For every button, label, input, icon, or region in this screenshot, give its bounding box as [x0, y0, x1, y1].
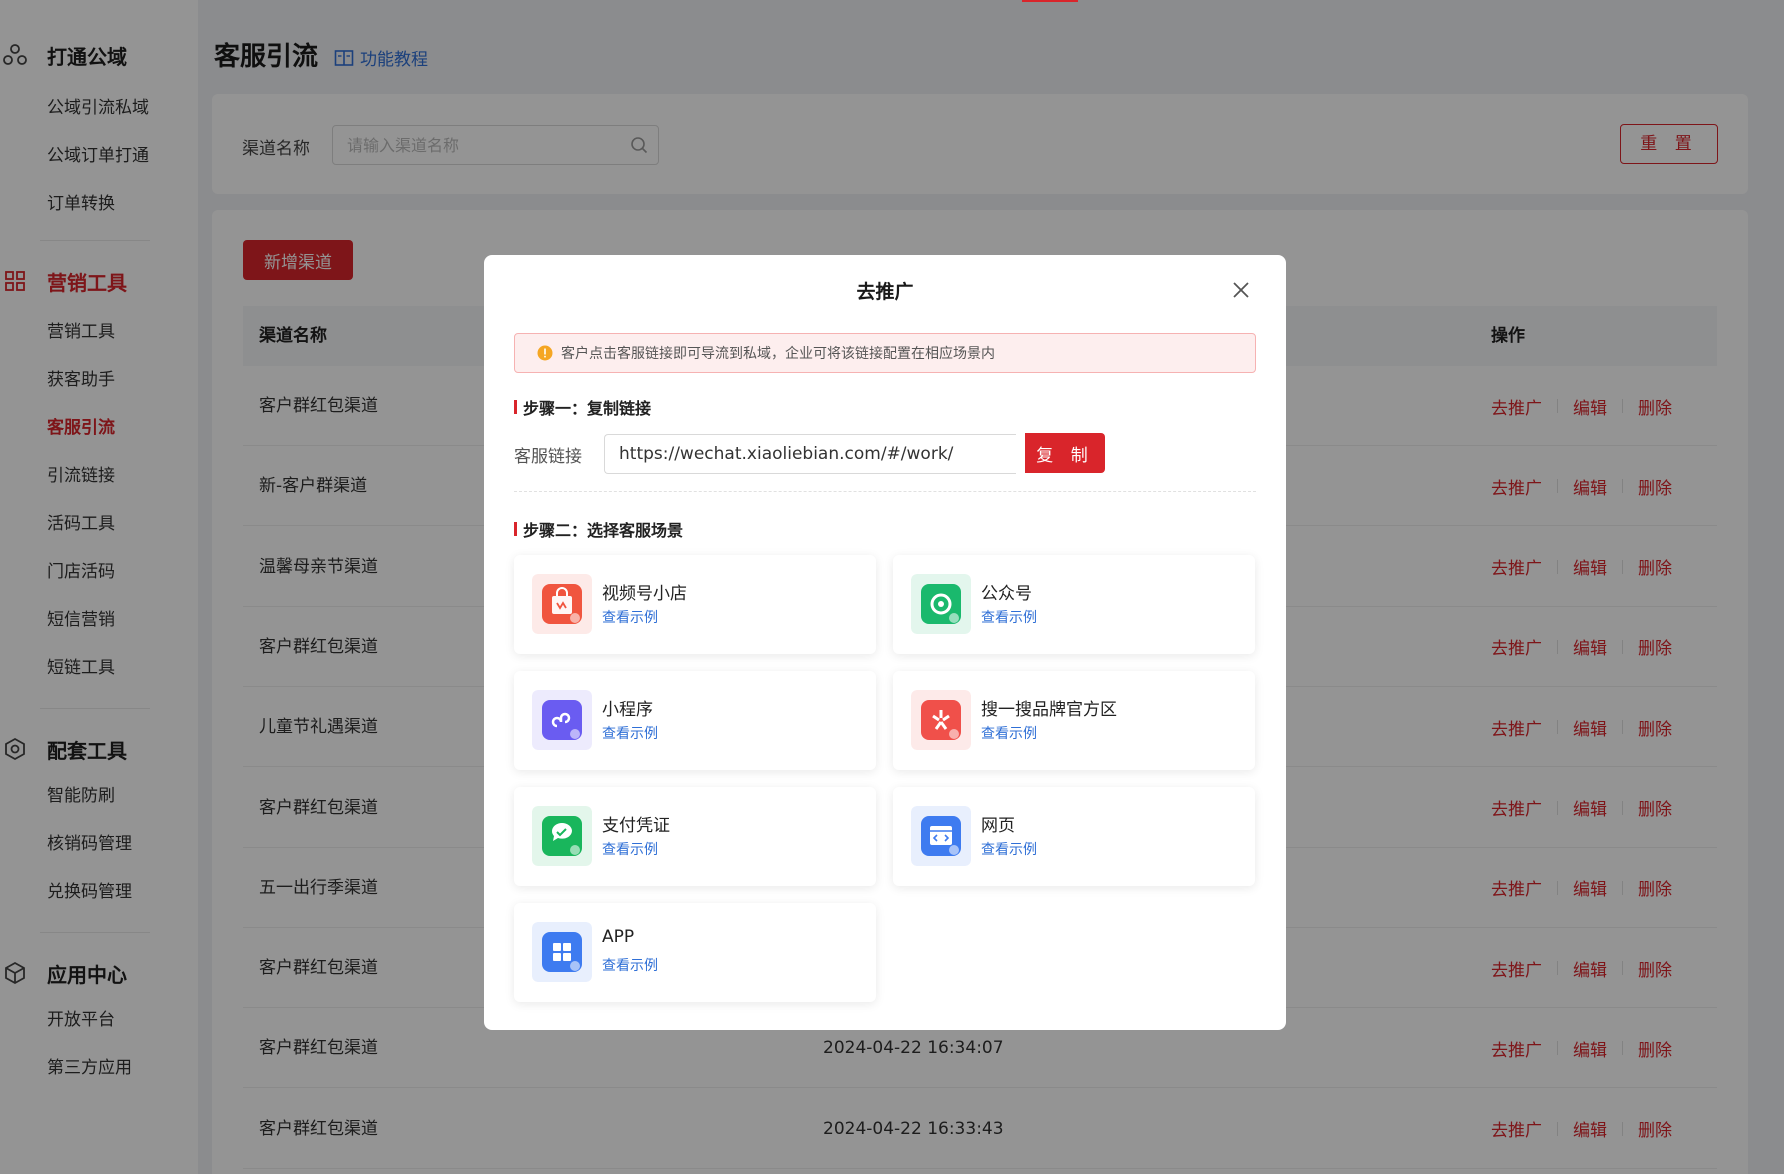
- scene-card[interactable]: 公众号 查看示例: [893, 555, 1255, 654]
- notice-banner: 客户点击客服链接即可导流到私域，企业可将该链接配置在相应场景内: [514, 333, 1256, 373]
- view-example-link[interactable]: 查看示例: [602, 607, 658, 627]
- scene-name: 搜一搜品牌官方区: [981, 700, 1117, 720]
- step-marker: [514, 400, 517, 414]
- step-one-title: 步骤一：复制链接: [514, 395, 651, 419]
- service-link-input[interactable]: [604, 434, 1016, 474]
- scene-card[interactable]: APP 查看示例: [514, 903, 876, 1002]
- close-icon[interactable]: [1230, 279, 1252, 301]
- search-brand-icon: [911, 690, 971, 750]
- view-example-link[interactable]: 查看示例: [981, 723, 1037, 743]
- notice-text: 客户点击客服链接即可导流到私域，企业可将该链接配置在相应场景内: [561, 346, 995, 362]
- official-account-icon: [911, 574, 971, 634]
- scene-card[interactable]: 网页 查看示例: [893, 787, 1255, 886]
- payment-voucher-icon: [532, 806, 592, 866]
- promote-modal: 去推广 客户点击客服链接即可导流到私域，企业可将该链接配置在相应场景内 步骤一：…: [484, 255, 1286, 1030]
- modal-title: 去推广: [856, 281, 914, 303]
- view-example-link[interactable]: 查看示例: [602, 839, 658, 859]
- scene-card[interactable]: 搜一搜品牌官方区 查看示例: [893, 671, 1255, 770]
- app-icon: [532, 922, 592, 982]
- scene-card[interactable]: 视频号小店 查看示例: [514, 555, 876, 654]
- top-accent-bar: [1022, 0, 1078, 2]
- scene-name: 网页: [981, 816, 1015, 836]
- step-marker: [514, 522, 517, 536]
- service-link-label: 客服链接: [514, 447, 582, 467]
- scene-name: APP: [602, 927, 635, 947]
- view-example-link[interactable]: 查看示例: [981, 607, 1037, 627]
- copy-button[interactable]: 复 制: [1025, 433, 1105, 473]
- step-one-label: 步骤一：复制链接: [523, 399, 652, 418]
- warning-icon: [537, 345, 553, 361]
- scene-name: 支付凭证: [602, 816, 670, 836]
- scene-name: 视频号小店: [602, 584, 687, 604]
- scene-card[interactable]: 支付凭证 查看示例: [514, 787, 876, 886]
- scene-name: 公众号: [981, 584, 1032, 604]
- webpage-icon: [911, 806, 971, 866]
- view-example-link[interactable]: 查看示例: [602, 955, 658, 975]
- video-shop-icon: [532, 574, 592, 634]
- view-example-link[interactable]: 查看示例: [602, 723, 658, 743]
- scene-name: 小程序: [602, 700, 653, 720]
- view-example-link[interactable]: 查看示例: [981, 839, 1037, 859]
- step-two-title: 步骤二：选择客服场景: [514, 517, 683, 541]
- dashed-divider: [514, 491, 1256, 492]
- scene-card[interactable]: 小程序 查看示例: [514, 671, 876, 770]
- mini-program-icon: [532, 690, 592, 750]
- step-two-label: 步骤二：选择客服场景: [523, 521, 684, 540]
